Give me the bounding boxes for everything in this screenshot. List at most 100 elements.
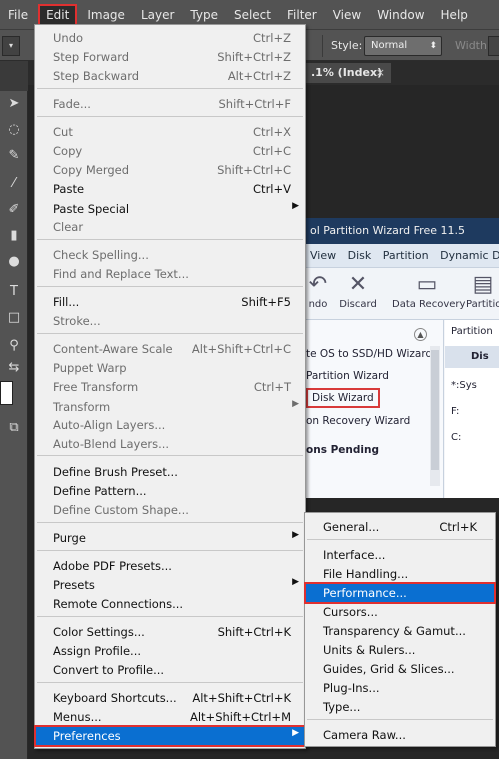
menu-item-label: Interface...: [323, 548, 386, 562]
menu-item-plug-ins[interactable]: Plug-Ins...: [305, 678, 495, 697]
menu-view[interactable]: View: [325, 0, 369, 29]
pw-row-f[interactable]: F:: [451, 406, 459, 417]
history-brush-icon[interactable]: ✐: [3, 199, 25, 221]
menu-item-label: Purge: [53, 531, 86, 545]
rectangle-tool-icon[interactable]: □: [3, 307, 25, 329]
style-select[interactable]: Normal ⬍: [364, 36, 442, 56]
menu-item-file-handling[interactable]: File Handling...: [305, 564, 495, 583]
pw-partition-button[interactable]: ▤ Partitio: [466, 272, 499, 312]
menu-item-transform[interactable]: Transform ▶: [35, 397, 305, 416]
brush-tool-icon[interactable]: ⁄: [3, 173, 25, 195]
screen-mode-icon[interactable]: ⧉: [3, 417, 25, 439]
pw-scrollbar[interactable]: [430, 346, 440, 486]
menu-item-presets[interactable]: Presets ▶: [35, 575, 305, 594]
menu-item-puppet-warp[interactable]: Puppet Warp: [35, 358, 305, 377]
type-tool-icon[interactable]: T: [3, 281, 25, 303]
menu-edit[interactable]: Edit: [38, 3, 78, 26]
menu-item-label: Paste Special: [53, 202, 130, 216]
menu-item-general[interactable]: General... Ctrl+K: [305, 517, 495, 536]
pw-migrate-os-item[interactable]: te OS to SSD/HD Wizard: [306, 348, 432, 360]
menu-item-content-aware-scale[interactable]: Content-Aware Scale Alt+Shift+Ctrl+C: [35, 339, 305, 358]
menu-item-camera-raw[interactable]: Camera Raw...: [305, 725, 495, 744]
menu-item-define-pattern[interactable]: Define Pattern...: [35, 481, 305, 500]
menu-separator: [37, 88, 303, 89]
menu-item-convert-to-profile[interactable]: Convert to Profile...: [35, 660, 305, 679]
pw-toolbar: ↶ ndo ✕ Discard ▭ Data Recovery ▤ Partit…: [306, 268, 499, 320]
pw-recovery-item[interactable]: on Recovery Wizard: [306, 415, 410, 427]
pw-data-recovery-button[interactable]: ▭ Data Recovery: [392, 272, 465, 312]
pw-undo-button[interactable]: ↶ ndo: [306, 272, 330, 312]
menu-item-cut[interactable]: Cut Ctrl+X: [35, 122, 305, 141]
move-tool-icon[interactable]: ➤: [3, 93, 25, 115]
menu-item-units-rulers[interactable]: Units & Rulers...: [305, 640, 495, 659]
menu-item-cursors[interactable]: Cursors...: [305, 602, 495, 621]
menu-item-define-brush-preset[interactable]: Define Brush Preset...: [35, 462, 305, 481]
background-color-swatch[interactable]: [0, 381, 13, 405]
menu-item-stroke[interactable]: Stroke...: [35, 311, 305, 330]
zoom-tool-icon[interactable]: ⚲: [3, 335, 25, 357]
menu-item-check-spelling[interactable]: Check Spelling...: [35, 245, 305, 264]
lasso-tool-icon[interactable]: ◌: [3, 119, 25, 141]
menu-help[interactable]: Help: [433, 0, 476, 29]
menu-item-label: Fade...: [53, 97, 91, 111]
pw-disk-panel: Partition Dis *:Sys F: C:: [445, 320, 499, 498]
pw-menu-dynamic-disk[interactable]: Dynamic Disk: [436, 244, 499, 268]
hard-drive-icon: ▭: [416, 272, 438, 297]
tool-preset-picker[interactable]: ▾: [2, 36, 20, 56]
collapse-up-icon[interactable]: ▲: [414, 328, 427, 341]
menu-item-clear[interactable]: Clear: [35, 217, 305, 236]
menu-item-copy[interactable]: Copy Ctrl+C: [35, 141, 305, 160]
menu-item-label: Cut: [53, 125, 73, 139]
menu-item-guides-grid-slices[interactable]: Guides, Grid & Slices...: [305, 659, 495, 678]
menu-item-keyboard-shortcuts[interactable]: Keyboard Shortcuts... Alt+Shift+Ctrl+K: [35, 688, 305, 707]
menu-item-define-custom-shape[interactable]: Define Custom Shape...: [35, 500, 305, 519]
menu-item-label: Copy Merged: [53, 163, 130, 177]
menu-item-menus[interactable]: Menus... Alt+Shift+Ctrl+M: [35, 707, 305, 726]
menu-item-step-forward[interactable]: Step Forward Shift+Ctrl+Z: [35, 47, 305, 66]
menu-item-interface[interactable]: Interface...: [305, 545, 495, 564]
menu-item-find-replace[interactable]: Find and Replace Text...: [35, 264, 305, 283]
menu-item-performance[interactable]: Performance...: [304, 582, 496, 604]
menu-window[interactable]: Window: [369, 0, 432, 29]
menu-item-paste-special[interactable]: Paste Special ▶: [35, 199, 305, 218]
menu-item-paste[interactable]: Paste Ctrl+V: [35, 179, 305, 198]
menu-item-undo[interactable]: Undo Ctrl+Z: [35, 28, 305, 47]
menu-item-auto-align-layers[interactable]: Auto-Align Layers...: [35, 415, 305, 434]
eyedropper-tool-icon[interactable]: ✎: [3, 145, 25, 167]
document-tab[interactable]: .1% (Index) ×: [305, 63, 391, 83]
pw-menu-disk[interactable]: Disk: [344, 244, 376, 268]
menu-file[interactable]: File: [0, 0, 36, 29]
width-input[interactable]: [488, 36, 499, 56]
menu-separator: [37, 455, 303, 456]
menu-item-remote-connections[interactable]: Remote Connections...: [35, 594, 305, 613]
pw-scroll-thumb[interactable]: [431, 350, 439, 470]
pw-row-c[interactable]: C:: [451, 432, 461, 443]
menu-item-step-backward[interactable]: Step Backward Alt+Ctrl+Z: [35, 66, 305, 85]
swap-colors-icon[interactable]: ⇆: [3, 357, 25, 379]
menu-item-assign-profile[interactable]: Assign Profile...: [35, 641, 305, 660]
menu-item-transparency-gamut[interactable]: Transparency & Gamut...: [305, 621, 495, 640]
close-icon[interactable]: ×: [376, 63, 385, 83]
pw-row-sys[interactable]: *:Sys: [451, 380, 477, 391]
menu-item-copy-merged[interactable]: Copy Merged Shift+Ctrl+C: [35, 160, 305, 179]
menu-item-type[interactable]: Type...: [305, 697, 495, 716]
pw-copy-disk-item[interactable]: Disk Wizard: [306, 388, 380, 408]
menu-item-adobe-pdf-presets[interactable]: Adobe PDF Presets...: [35, 556, 305, 575]
menu-separator: [37, 522, 303, 523]
menu-item-color-settings[interactable]: Color Settings... Shift+Ctrl+K: [35, 622, 305, 641]
menu-separator: [307, 719, 493, 720]
menu-item-fill[interactable]: Fill... Shift+F5: [35, 292, 305, 311]
gradient-tool-icon[interactable]: ▮: [3, 225, 25, 247]
menu-item-purge[interactable]: Purge ▶: [35, 528, 305, 547]
menu-item-fade[interactable]: Fade... Shift+Ctrl+F: [35, 94, 305, 113]
pw-menu-partition[interactable]: Partition: [379, 244, 433, 268]
dodge-tool-icon[interactable]: ●: [3, 251, 25, 273]
pw-copy-partition-item[interactable]: Partition Wizard: [306, 370, 389, 382]
menu-item-label: Performance...: [323, 586, 407, 600]
menu-item-auto-blend-layers[interactable]: Auto-Blend Layers...: [35, 434, 305, 453]
menu-item-label: Remote Connections...: [53, 597, 184, 611]
menu-item-free-transform[interactable]: Free Transform Ctrl+T: [35, 377, 305, 396]
pw-menu-view[interactable]: View: [306, 244, 340, 268]
pw-discard-button[interactable]: ✕ Discard: [336, 272, 380, 312]
menu-item-preferences[interactable]: Preferences ▶: [34, 725, 306, 747]
